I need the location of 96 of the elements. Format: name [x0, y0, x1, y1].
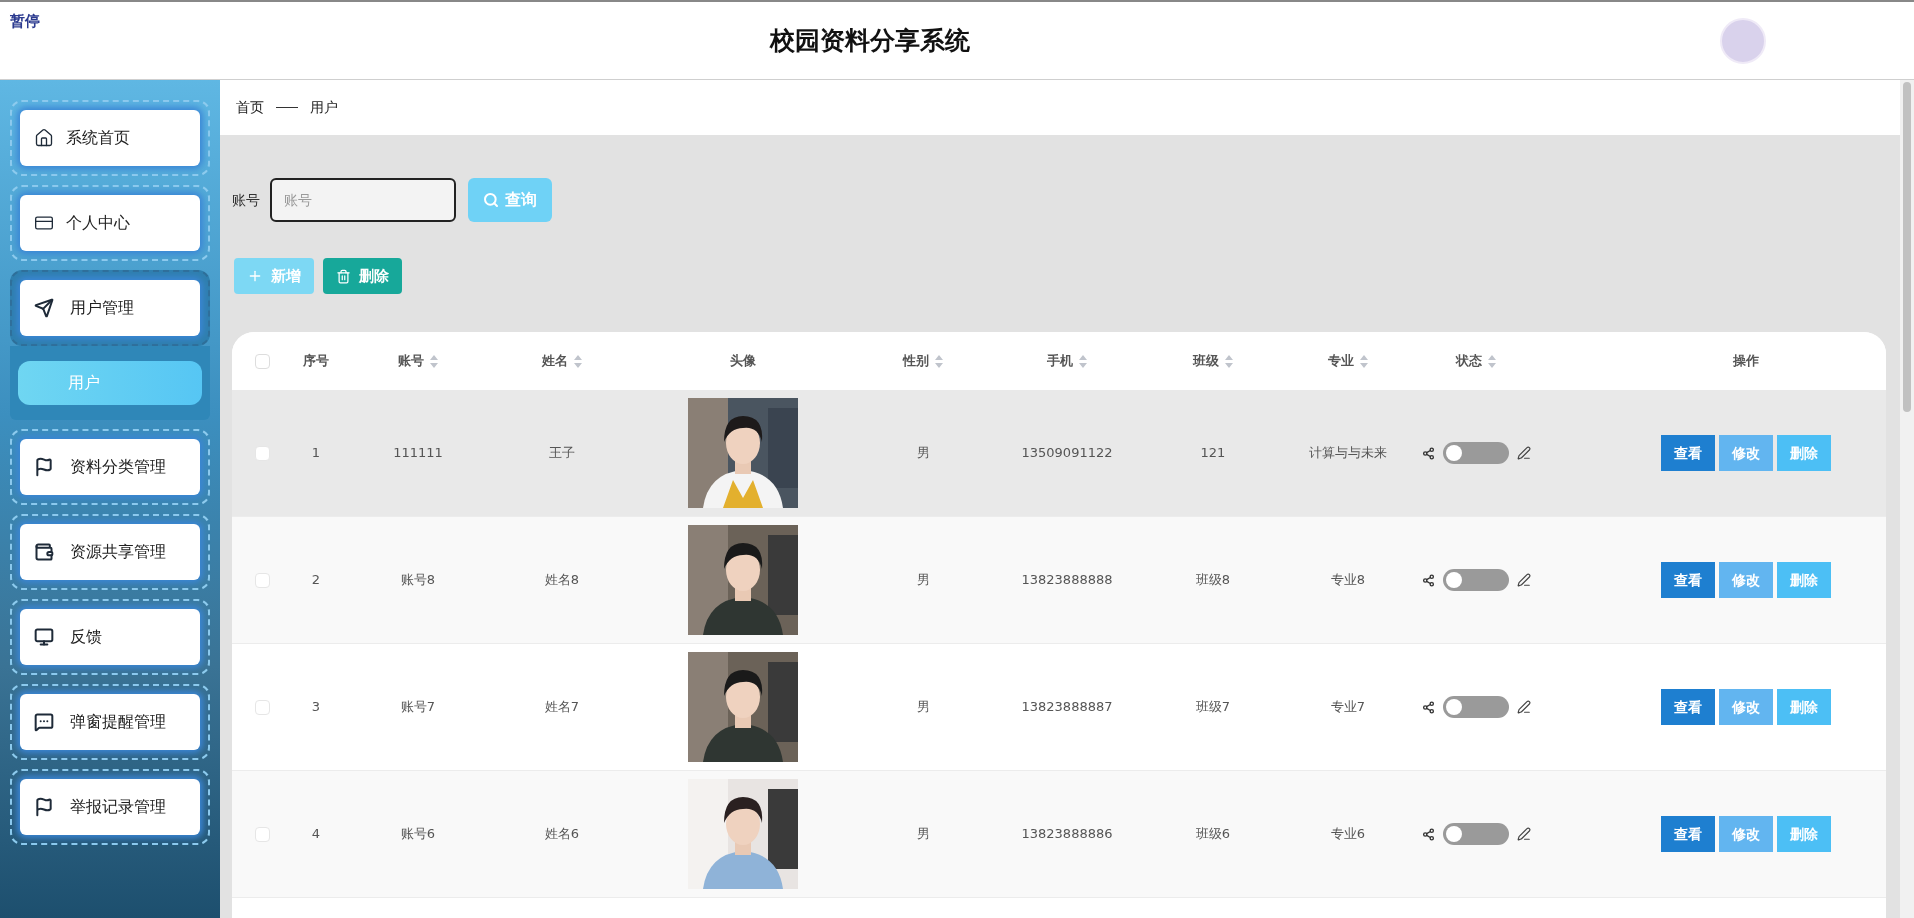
sidebar-item[interactable]: 个人中心: [20, 195, 200, 251]
sidebar-item[interactable]: 资料分类管理: [20, 439, 200, 495]
phone-cell: 13823888886: [1021, 826, 1113, 842]
table-row[interactable]: 1 111111 王子 男 13509091122 121 计算与与未来 查看 修改 删除: [232, 390, 1886, 517]
sort-icon: [430, 354, 438, 368]
view-button[interactable]: 查看: [1661, 689, 1715, 725]
wallet-icon: [34, 542, 54, 562]
sidebar-item[interactable]: 用户管理: [20, 280, 200, 336]
column-header: 操作: [1733, 352, 1759, 371]
sidebar-item[interactable]: 系统首页: [20, 110, 200, 166]
row-checkbox[interactable]: [254, 699, 270, 715]
sidebar-item[interactable]: 举报记录管理: [20, 779, 200, 835]
class-cell: 班级8: [1195, 572, 1231, 588]
flag-icon: [34, 797, 54, 817]
sort-icon: [1360, 354, 1368, 368]
name-cell: 姓名6: [544, 826, 580, 842]
breadcrumb-link[interactable]: 首页: [236, 97, 264, 118]
column-header[interactable]: 姓名: [542, 351, 582, 371]
share-icon[interactable]: [1421, 446, 1435, 460]
trash-icon: [336, 268, 351, 284]
row-number: 4: [311, 826, 321, 842]
major-cell: 计算与与未来: [1309, 445, 1387, 461]
major-cell: 专业7: [1330, 699, 1366, 715]
account-cell: 111111: [393, 445, 443, 461]
class-cell: 121: [1200, 445, 1226, 461]
view-button[interactable]: 查看: [1661, 816, 1715, 852]
status-switch[interactable]: [1442, 569, 1509, 591]
gender-cell: 男: [916, 445, 930, 461]
pencil-icon[interactable]: [1516, 700, 1531, 714]
app-title: 校园资料分享系统: [770, 24, 970, 57]
status-switch[interactable]: [1442, 442, 1509, 464]
phone-cell: 13823888888: [1021, 572, 1113, 588]
sort-icon: [1079, 354, 1087, 368]
pencil-icon[interactable]: [1516, 573, 1531, 587]
major-cell: 专业6: [1330, 826, 1366, 842]
separator-line: [276, 107, 298, 108]
sort-icon: [935, 354, 943, 368]
pencil-icon[interactable]: [1516, 827, 1531, 841]
sort-icon: [1488, 354, 1496, 368]
major-cell: 专业8: [1330, 572, 1366, 588]
column-header: 序号: [303, 352, 329, 371]
scrollbar[interactable]: [1900, 80, 1914, 918]
account-cell: 账号7: [400, 699, 436, 715]
column-header[interactable]: 性别: [903, 351, 943, 371]
paper-plane-icon: [34, 298, 54, 318]
view-button[interactable]: 查看: [1661, 435, 1715, 471]
class-cell: 班级6: [1195, 826, 1231, 842]
account-input[interactable]: 账号: [270, 178, 456, 222]
account-label: 账号: [232, 190, 260, 210]
share-icon[interactable]: [1421, 827, 1435, 841]
row-checkbox[interactable]: [254, 445, 270, 461]
row-checkbox[interactable]: [254, 572, 270, 588]
column-header[interactable]: 账号: [398, 351, 438, 371]
pause-label: 暂停: [10, 11, 40, 32]
share-icon[interactable]: [1421, 573, 1435, 587]
row-checkbox[interactable]: [254, 826, 270, 842]
name-cell: 姓名7: [544, 699, 580, 715]
sidebar-item[interactable]: 弹窗提醒管理: [20, 694, 200, 750]
status-switch[interactable]: [1442, 696, 1509, 718]
breadcrumb-link[interactable]: 用户: [310, 97, 338, 118]
flag-icon: [34, 457, 54, 477]
plus-icon: [247, 268, 263, 284]
user-avatar[interactable]: [1720, 17, 1766, 64]
account-cell: 账号8: [400, 572, 436, 588]
phone-cell: 13823888887: [1021, 699, 1113, 715]
column-header[interactable]: 班级: [1193, 351, 1233, 371]
row-number: 1: [311, 445, 321, 461]
view-button[interactable]: 查看: [1661, 562, 1715, 598]
account-cell: 账号6: [400, 826, 436, 842]
name-cell: 姓名8: [544, 572, 580, 588]
sort-icon: [1225, 354, 1233, 368]
column-header[interactable]: 专业: [1328, 351, 1368, 371]
gender-cell: 男: [916, 699, 930, 715]
share-icon[interactable]: [1421, 700, 1435, 714]
chat-icon: [34, 712, 54, 732]
home-icon: [34, 128, 54, 148]
pencil-icon[interactable]: [1516, 446, 1531, 460]
phone-cell: 13509091122: [1021, 445, 1113, 461]
sidebar-item[interactable]: 反馈: [20, 609, 200, 665]
gender-cell: 男: [916, 572, 930, 588]
monitor-icon: [34, 627, 54, 647]
class-cell: 班级7: [1195, 699, 1231, 715]
sidebar-item[interactable]: 资源共享管理: [20, 524, 200, 580]
search-icon: [483, 192, 499, 208]
column-header: 头像: [730, 352, 756, 371]
name-cell: 王子: [549, 445, 575, 461]
select-all-checkbox[interactable]: [254, 353, 270, 369]
row-number: 2: [311, 572, 321, 588]
status-switch[interactable]: [1442, 823, 1509, 845]
column-header[interactable]: 手机: [1047, 351, 1087, 371]
table-row[interactable]: 2 账号8 姓名8 男 13823888888 班级8 专业8 查看 修改 删除: [232, 517, 1886, 644]
row-number: 3: [311, 699, 321, 715]
table-row[interactable]: 4 账号6 姓名6 男 13823888886 班级6 专业6 查看 修改 删除: [232, 771, 1886, 898]
column-header[interactable]: 状态: [1456, 351, 1496, 371]
gender-cell: 男: [916, 826, 930, 842]
sort-icon: [574, 354, 582, 368]
